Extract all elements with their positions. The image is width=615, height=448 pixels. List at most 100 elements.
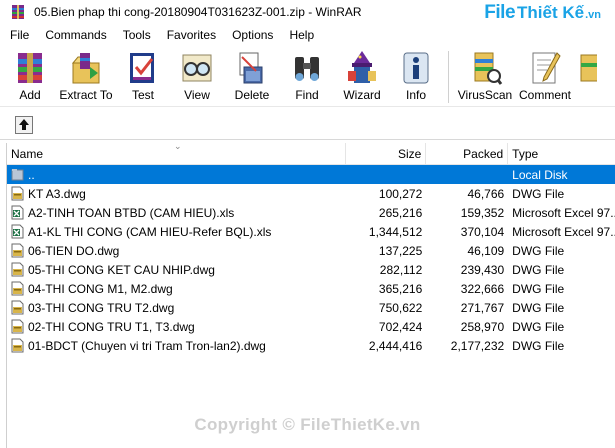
file-name-cell: 03-THI CONG TRU T2.dwg [7, 298, 346, 317]
menu-options[interactable]: Options [223, 28, 280, 42]
file-size: 265,216 [378, 205, 423, 220]
file-packed: 271,767 [460, 300, 505, 315]
file-type: DWG File [512, 300, 565, 315]
watermark-brand: File [484, 2, 516, 23]
file-size: 365,216 [378, 281, 423, 296]
file-row[interactable]: A2-TINH TOAN BTBD (CAM HIEU).xls 265,216 1… [7, 203, 615, 222]
file-size: 1,344,512 [368, 224, 423, 239]
menu-favorites[interactable]: Favorites [158, 28, 223, 42]
watermark-brand2: Thiết Kế [517, 3, 585, 22]
file-row[interactable]: 06-TIEN DO.dwg 137,225 46,109 DWG File [7, 241, 615, 260]
extract-to-button[interactable]: Extract To [56, 47, 116, 105]
file-row[interactable]: 05-THI CONG KET CAU NHIP.dwg 282,112 239,4… [7, 260, 615, 279]
find-button[interactable]: Find [280, 47, 334, 105]
file-size: 2,444,416 [368, 338, 423, 353]
virus-scan-icon [474, 52, 503, 85]
file-row[interactable]: 03-THI CONG TRU T2.dwg 750,622 271,767 DWG … [7, 298, 615, 317]
view-glasses-icon [182, 54, 212, 82]
wizard-icon [348, 51, 376, 83]
file-packed: 159,352 [460, 205, 505, 220]
file-size: 282,112 [379, 262, 423, 277]
column-type[interactable]: Type [508, 143, 615, 165]
file-name: A1-KL THI CONG (CAM HIEU-Refer BQL).xls [28, 224, 272, 239]
test-button[interactable]: Test [116, 47, 170, 105]
file-name-cell: A1-KL THI CONG (CAM HIEU-Refer BQL).xls [7, 222, 346, 241]
file-size: 750,622 [378, 300, 423, 315]
address-bar [0, 110, 615, 140]
sfx-icon [580, 54, 597, 82]
file-name-cell: KT A3.dwg [7, 184, 346, 203]
file-row[interactable]: 04-THI CONG M1, M2.dwg 365,216 322,666 DWG … [7, 279, 615, 298]
menu-bar: File Commands Tools Favorites Options He… [0, 25, 615, 45]
add-button[interactable]: Add [4, 47, 56, 105]
menu-tools[interactable]: Tools [114, 28, 158, 42]
dwg-file-icon [11, 243, 24, 258]
file-name: 01-BDCT (Chuyen vi tri Tram Tron-lan2).d… [28, 338, 266, 353]
file-size: 702,424 [378, 319, 423, 334]
wizard-button[interactable]: Wizard [334, 47, 390, 105]
comment-icon [532, 52, 561, 84]
file-type: DWG File [512, 338, 565, 353]
file-row[interactable]: A1-KL THI CONG (CAM HIEU-Refer BQL).xls 1… [7, 222, 615, 241]
view-label: View [184, 88, 210, 102]
info-icon [403, 52, 429, 84]
find-label: Find [295, 88, 319, 102]
file-packed: 46,109 [467, 243, 505, 258]
dwg-file-icon [11, 262, 24, 277]
parent-folder-icon [11, 169, 24, 181]
file-type: Microsoft Excel 97... [512, 224, 615, 239]
sort-chevron-icon: ⌄ [174, 141, 182, 151]
extract-to-icon [71, 53, 100, 84]
file-row[interactable]: KT A3.dwg 100,272 46,766 DWG File [7, 184, 615, 203]
file-type: Local Disk [512, 167, 568, 182]
toolbar-overflow-button[interactable] [575, 47, 597, 105]
file-packed: 2,177,232 [450, 338, 505, 353]
file-packed: 370,104 [460, 224, 505, 239]
virusscan-label: VirusScan [457, 88, 513, 102]
list-body: .. Local Disk KT A3.dwg 100,272 46,766 DWG Fi… [7, 165, 615, 355]
find-binoculars-icon [295, 57, 319, 81]
file-row[interactable]: 01-BDCT (Chuyen vi tri Tram Tron-lan2).d… [7, 336, 615, 355]
excel-file-icon [11, 224, 24, 239]
dwg-file-icon [11, 338, 24, 353]
dwg-file-icon [11, 281, 24, 296]
delete-button[interactable]: Delete [224, 47, 280, 105]
file-name-cell: 02-THI CONG TRU T1, T3.dwg [7, 317, 346, 336]
virusscan-button[interactable]: VirusScan [455, 47, 515, 105]
file-name: KT A3.dwg [28, 186, 86, 201]
excel-file-icon [11, 205, 24, 220]
view-button[interactable]: View [170, 47, 224, 105]
comment-button[interactable]: Comment [515, 47, 575, 105]
menu-help[interactable]: Help [280, 28, 321, 42]
menu-file[interactable]: File [0, 28, 36, 42]
file-row[interactable]: 02-THI CONG TRU T1, T3.dwg 702,424 258,970… [7, 317, 615, 336]
file-name-cell: .. [7, 165, 346, 184]
toolbar: Add Extract To Test View Delete Find Wiz… [0, 47, 615, 107]
file-row[interactable]: .. Local Disk [7, 165, 615, 184]
extract-to-label: Extract To [59, 88, 113, 102]
winrar-app-icon [12, 5, 24, 19]
dwg-file-icon [11, 319, 24, 334]
comment-label: Comment [518, 88, 571, 102]
file-name: 04-THI CONG M1, M2.dwg [28, 281, 173, 296]
file-name: A2-TINH TOAN BTBD (CAM HIEU).xls [28, 205, 235, 220]
column-packed[interactable]: Packed [426, 143, 509, 165]
list-header: ⌄ Name Size Packed Type [7, 141, 615, 165]
file-name: 06-TIEN DO.dwg [28, 243, 120, 258]
delete-icon [239, 52, 263, 84]
column-size[interactable]: Size [346, 143, 427, 165]
menu-commands[interactable]: Commands [36, 28, 113, 42]
file-name: .. [28, 167, 35, 182]
toolbar-separator [448, 51, 449, 103]
up-one-level-button[interactable] [15, 115, 33, 134]
up-arrow-icon [19, 118, 29, 130]
info-label: Info [405, 88, 426, 102]
file-type: DWG File [512, 281, 565, 296]
file-type: Microsoft Excel 97... [512, 205, 615, 220]
file-type: DWG File [512, 243, 565, 258]
info-button[interactable]: Info [390, 47, 442, 105]
test-label: Test [131, 88, 154, 102]
add-archive-icon [18, 53, 42, 83]
file-packed: 46,766 [467, 186, 505, 201]
file-list: ⌄ Name Size Packed Type .. Local Disk KT A… [6, 141, 615, 448]
